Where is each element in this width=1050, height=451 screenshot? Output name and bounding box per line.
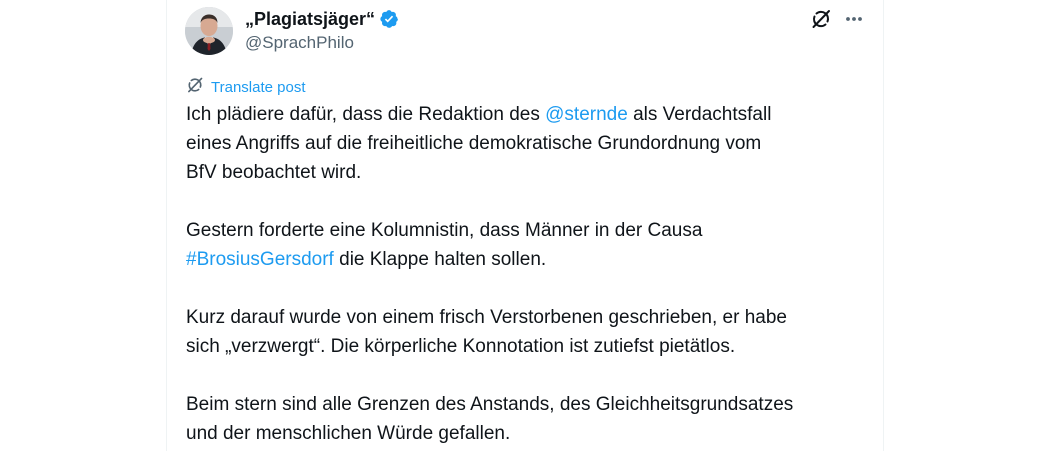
post-text-segment: Gestern forderte eine Kolumnistin, dass … [186, 220, 703, 241]
post-text-segment: eines Angriffs auf die freiheitliche dem… [186, 133, 762, 154]
post-text-segment: Kurz darauf wurde von einem frisch Verst… [186, 307, 787, 328]
author-handle[interactable]: @SprachPhilo [245, 33, 354, 53]
post-paragraph-2: Gestern forderte eine Kolumnistin, dass … [186, 216, 866, 274]
grok-icon[interactable] [810, 8, 832, 30]
author-name-row[interactable]: „Plagiatsjäger“ [245, 7, 399, 31]
post-text-segment: die Klappe halten sollen. [333, 249, 547, 270]
post-paragraph-3: Kurz darauf wurde von einem frisch Verst… [186, 303, 866, 361]
avatar[interactable] [185, 7, 233, 55]
post-text-segment: sich „verzwergt“. Die körperliche Konnot… [186, 336, 736, 357]
post-text-segment: Beim stern sind alle Grenzen des Anstand… [186, 394, 794, 415]
more-options-icon[interactable] [842, 8, 866, 30]
post-text-segment: BfV beobachtet wird. [186, 162, 362, 183]
page: „Plagiatsjäger“ @SprachPhilo Translate p… [0, 0, 1050, 451]
verified-badge-icon [379, 9, 399, 29]
translate-icon [186, 76, 211, 100]
author-display-name[interactable]: „Plagiatsjäger“ [245, 7, 375, 31]
post-paragraph-4: Beim stern sind alle Grenzen des Anstand… [186, 390, 866, 448]
post-text-segment: und der menschlichen Würde gefallen. [186, 423, 511, 444]
post-text-segment: als Verdachtsfall [627, 104, 772, 125]
mention-link[interactable]: @sternde [545, 104, 628, 125]
translate-post-link[interactable]: Translate post [186, 76, 306, 100]
hashtag-link[interactable]: #BrosiusGersdorf [186, 249, 334, 270]
avatar-image [185, 7, 233, 55]
translate-post-label: Translate post [211, 79, 306, 96]
post-paragraph-1: Ich plädiere dafür, dass die Redaktion d… [186, 100, 866, 187]
post-text-segment: Ich plädiere dafür, dass die Redaktion d… [186, 104, 546, 125]
post-text: Ich plädiere dafür, dass die Redaktion d… [186, 100, 866, 448]
